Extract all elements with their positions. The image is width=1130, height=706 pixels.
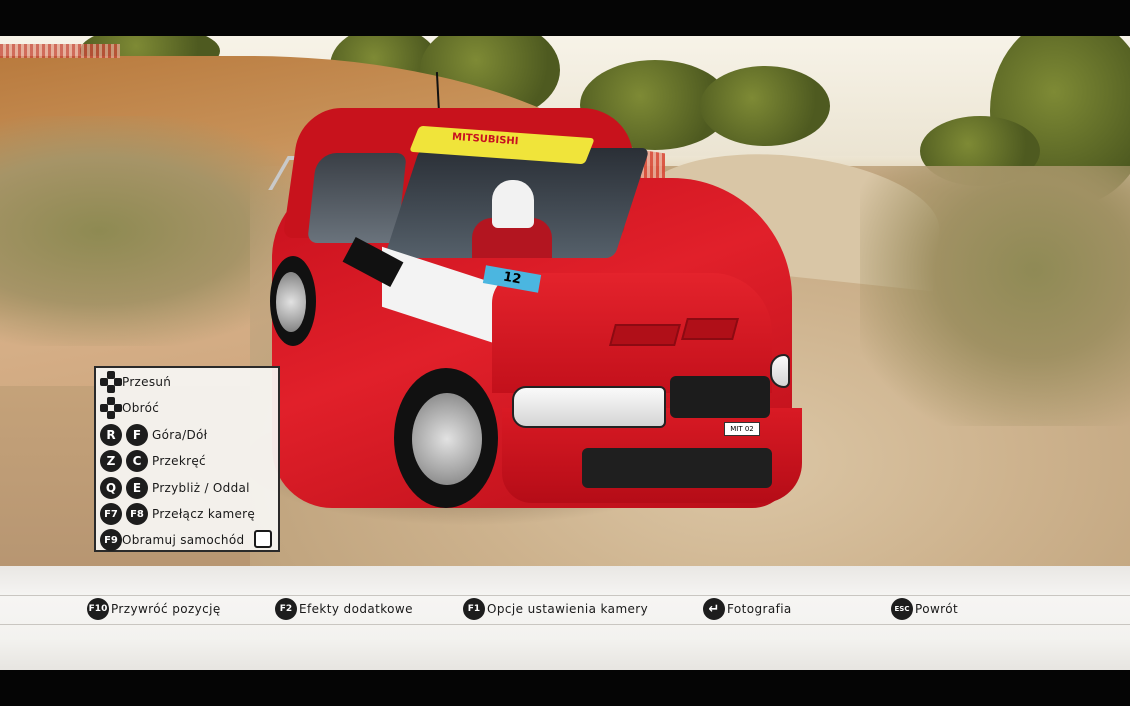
- grille: [670, 376, 770, 418]
- key-f9: F9: [100, 529, 122, 551]
- control-rotate: Obróć: [100, 397, 159, 419]
- side-window: [307, 153, 407, 243]
- control-zoom: Q E Przybliż / Oddal: [100, 477, 250, 499]
- bar-label: Opcje ustawienia kamery: [487, 602, 649, 616]
- key-c: C: [126, 450, 148, 472]
- key-f10: F10: [87, 598, 109, 620]
- control-label: Przekręć: [152, 454, 206, 468]
- bar-label: Efekty dodatkowe: [299, 602, 413, 616]
- letterbox-bottom: [0, 670, 1130, 706]
- headlight: [770, 354, 790, 388]
- key-esc: ESC: [891, 598, 913, 620]
- key-f2: F2: [275, 598, 297, 620]
- wheel-rim: [412, 393, 482, 485]
- key-r: R: [100, 424, 122, 446]
- extra-effects-button[interactable]: F2 Efekty dodatkowe: [275, 598, 413, 620]
- hood-vent: [609, 324, 681, 346]
- camera-controls-panel: Przesuń Obróć R F Góra/Dół Z C Przekręć …: [94, 366, 280, 552]
- headlight: [512, 386, 666, 428]
- control-move: Przesuń: [100, 371, 171, 393]
- key-f1: F1: [463, 598, 485, 620]
- frame-car-checkbox[interactable]: [254, 530, 272, 548]
- dpad-move-icon: [100, 371, 122, 393]
- control-label: Przesuń: [122, 375, 172, 389]
- hood-vent: [681, 318, 739, 340]
- control-label: Obramuj samochód: [122, 533, 245, 547]
- key-f7: F7: [100, 503, 122, 525]
- control-label: Przybliż / Oddal: [152, 481, 250, 495]
- dpad-rotate-icon: [100, 397, 122, 419]
- back-button[interactable]: ESC Powrót: [891, 598, 958, 620]
- driver-helmet: [492, 180, 534, 228]
- bar-label: Przywróć pozycję: [111, 602, 221, 616]
- fence: [0, 44, 120, 58]
- key-q: Q: [100, 477, 122, 499]
- bar-label: Powrót: [915, 602, 959, 616]
- key-e: E: [126, 477, 148, 499]
- camera-options-button[interactable]: F1 Opcje ustawienia kamery: [463, 598, 648, 620]
- reset-position-button[interactable]: F10 Przywróć pozycję: [87, 598, 221, 620]
- control-label: Góra/Dół: [152, 428, 208, 442]
- enter-icon: ↵: [703, 598, 725, 620]
- key-f: F: [126, 424, 148, 446]
- license-plate: MIT 02: [724, 422, 760, 436]
- control-tilt: Z C Przekręć: [100, 450, 206, 472]
- control-up-down: R F Góra/Dół: [100, 424, 207, 446]
- wheel-rim: [276, 272, 306, 332]
- control-frame-car: F9 Obramuj samochód: [100, 529, 244, 551]
- control-label: Obróć: [122, 401, 160, 415]
- divider: [0, 595, 1130, 596]
- key-z: Z: [100, 450, 122, 472]
- air-intake: [582, 448, 772, 488]
- divider: [0, 624, 1130, 625]
- bar-label: Fotografia: [727, 602, 792, 616]
- rally-car: MITSUBISHI 12 MIT 02: [262, 72, 807, 538]
- take-photo-button[interactable]: ↵ Fotografia: [703, 598, 792, 620]
- control-switch-camera: F7 F8 Przełącz kamerę: [100, 503, 255, 525]
- key-f8: F8: [126, 503, 148, 525]
- control-label: Przełącz kamerę: [152, 507, 256, 521]
- letterbox-top: [0, 0, 1130, 36]
- grass-patch: [860, 166, 1130, 426]
